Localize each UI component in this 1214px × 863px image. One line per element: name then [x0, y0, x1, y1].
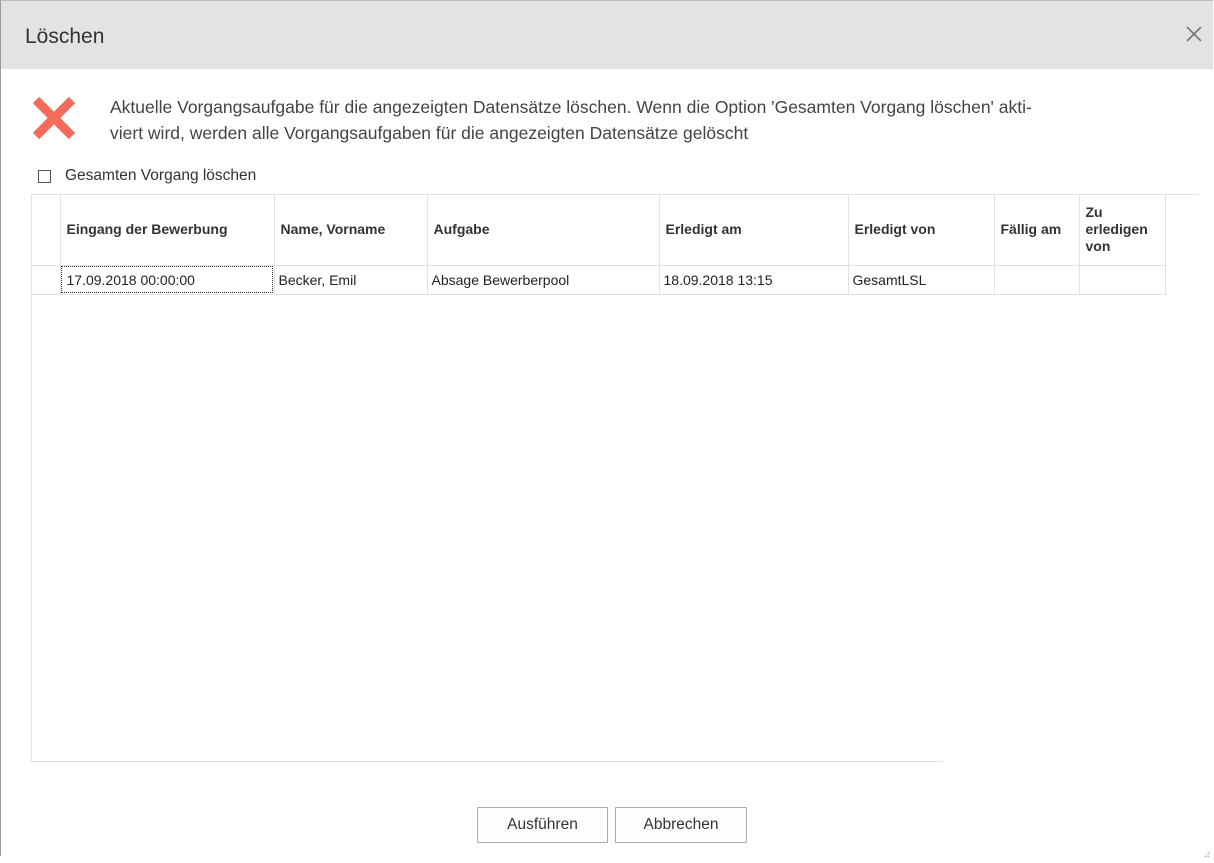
column-header-eingang[interactable]: Eingang der Bewerbung — [59, 194, 275, 266]
dialog-title: Löschen — [25, 25, 105, 48]
cell-erledigt-am[interactable]: 18.09.2018 13:15 — [658, 264, 849, 295]
dialog-titlebar: Löschen — [1, 1, 1213, 69]
run-button[interactable]: Ausführen — [477, 807, 608, 843]
cell-erledigt-von[interactable]: GesamtLSL — [847, 264, 995, 295]
column-header-name[interactable]: Name, Vorname — [273, 194, 428, 266]
cell-aufgabe[interactable]: Absage Bewerberpool — [426, 264, 660, 295]
delete-all-checkbox[interactable] — [38, 169, 51, 183]
message-line-1: Aktuelle Vorgangsaufgabe für die angezei… — [110, 97, 1032, 117]
cell-faellig-am[interactable] — [993, 264, 1080, 295]
table-header-row: Eingang der Bewerbung Name, Vorname Aufg… — [31, 194, 1166, 266]
delete-x-icon — [31, 95, 77, 141]
column-header-erledigt-am[interactable]: Erledigt am — [658, 194, 849, 266]
delete-dialog: Löschen Aktuelle Vorgangsaufgabe für die… — [0, 0, 1213, 858]
cell-zu-erledigen-von[interactable] — [1078, 264, 1166, 295]
delete-all-option[interactable]: Gesamten Vorgang löschen — [38, 165, 256, 187]
close-icon[interactable] — [1181, 21, 1207, 47]
cell-name[interactable]: Becker, Emil — [273, 264, 428, 295]
resize-grip-icon[interactable] — [1202, 845, 1210, 858]
cancel-button[interactable]: Abbrechen — [615, 807, 747, 843]
column-header-faellig-am[interactable]: Fällig am — [993, 194, 1080, 266]
cell-eingang[interactable]: 17.09.2018 00:00:00 — [59, 264, 275, 295]
column-header-zu-erledigen-von[interactable]: Zu erledigen von — [1078, 194, 1166, 266]
row-indicator[interactable] — [31, 264, 61, 295]
column-header-erledigt-von[interactable]: Erledigt von — [847, 194, 995, 266]
records-table: Eingang der Bewerbung Name, Vorname Aufg… — [31, 194, 1166, 295]
records-grid: Eingang der Bewerbung Name, Vorname Aufg… — [31, 194, 1199, 762]
delete-all-checkbox-label[interactable]: Gesamten Vorgang löschen — [65, 167, 256, 185]
column-header-aufgabe[interactable]: Aufgabe — [426, 194, 660, 266]
message-line-2: viert wird, werden alle Vorgangsaufgaben… — [110, 123, 749, 143]
grid-border-bottom — [31, 761, 943, 762]
row-indicator-header — [31, 194, 61, 266]
dialog-message: Aktuelle Vorgangsaufgabe für die angezei… — [110, 94, 1185, 146]
table-row[interactable]: 17.09.2018 00:00:00 Becker, Emil Absage … — [31, 264, 1166, 295]
